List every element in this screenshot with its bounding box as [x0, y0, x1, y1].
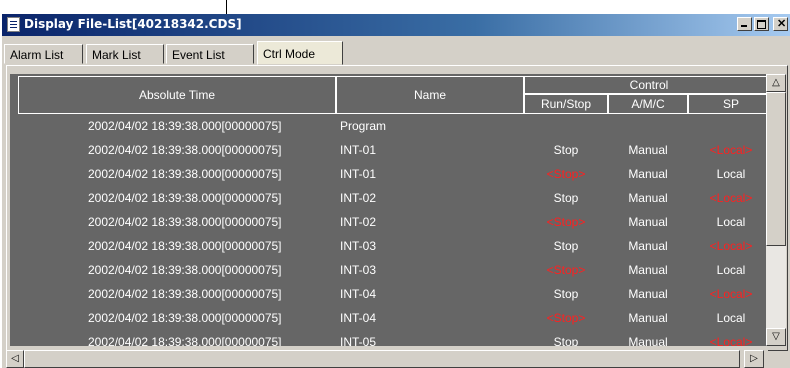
column-header-name[interactable]: Name	[336, 76, 524, 114]
cell-absolute-time: 2002/04/02 18:39:38.000[00000075]	[88, 119, 282, 133]
tab-alarm-list[interactable]: Alarm List	[4, 44, 83, 64]
cell-sp: <Local>	[709, 239, 753, 253]
table-row[interactable]: 2002/04/02 18:39:38.000[00000075] INT-04 <…	[10, 308, 766, 330]
scroll-up-button[interactable]: △	[766, 74, 786, 92]
close-icon: ✕	[777, 18, 787, 30]
cell-name: INT-04	[340, 287, 377, 301]
cell-absolute-time: 2002/04/02 18:39:38.000[00000075]	[88, 167, 282, 181]
table-row[interactable]: 2002/04/02 18:39:38.000[00000075] INT-03 <…	[10, 260, 766, 282]
cell-sp: <Local>	[709, 287, 753, 301]
cell-amc: Manual	[628, 215, 668, 229]
title-bar[interactable]: Display File-List[40218342.CDS] ✕	[2, 14, 790, 36]
tab-strip: Alarm List Mark List Event List Ctrl Mod…	[2, 41, 790, 65]
cell-absolute-time: 2002/04/02 18:39:38.000[00000075]	[88, 287, 282, 301]
tab-event-list[interactable]: Event List	[166, 44, 254, 64]
down-arrow-icon: ▽	[772, 331, 780, 342]
cell-sp: Local	[716, 215, 746, 229]
table-row[interactable]: 2002/04/02 18:39:38.000[00000075] INT-04 S…	[10, 284, 766, 306]
cell-name: INT-02	[340, 215, 377, 229]
cell-name: INT-03	[340, 263, 377, 277]
right-arrow-icon: ▷	[750, 353, 758, 364]
cell-run-stop: <Stop>	[546, 311, 586, 325]
cell-run-stop: Stop	[553, 335, 579, 346]
cell-name: INT-05	[340, 335, 377, 346]
cell-sp: Local	[716, 167, 746, 181]
table-row[interactable]: 2002/04/02 18:39:38.000[00000075] INT-05 S…	[10, 332, 766, 346]
cell-sp: <Local>	[709, 335, 753, 346]
cell-amc: Manual	[628, 287, 668, 301]
cell-run-stop: <Stop>	[546, 167, 586, 181]
tab-mark-list[interactable]: Mark List	[86, 44, 164, 64]
cell-amc: Manual	[628, 239, 668, 253]
cell-run-stop: Stop	[553, 191, 579, 205]
cell-absolute-time: 2002/04/02 18:39:38.000[00000075]	[88, 263, 282, 277]
document-list-icon	[7, 17, 20, 32]
cell-name: INT-02	[340, 191, 377, 205]
column-header-absolute-time[interactable]: Absolute Time	[18, 76, 336, 114]
horizontal-scrollbar[interactable]: ◁ ▷	[6, 350, 768, 368]
cell-absolute-time: 2002/04/02 18:39:38.000[00000075]	[88, 239, 282, 253]
cell-absolute-time: 2002/04/02 18:39:38.000[00000075]	[88, 143, 282, 157]
column-header-run-stop[interactable]: Run/Stop	[524, 94, 608, 114]
column-group-header-control: Control	[524, 76, 766, 94]
table-row[interactable]: 2002/04/02 18:39:38.000[00000075] INT-01 S…	[10, 140, 766, 162]
tab-ctrl-mode[interactable]: Ctrl Mode	[257, 41, 343, 65]
cell-sp: Local	[716, 263, 746, 277]
table-row[interactable]: 2002/04/02 18:39:38.000[00000075] INT-01 <…	[10, 164, 766, 186]
cell-absolute-time: 2002/04/02 18:39:38.000[00000075]	[88, 311, 282, 325]
table-row[interactable]: 2002/04/02 18:39:38.000[00000075] INT-03 S…	[10, 236, 766, 258]
cell-run-stop: Stop	[553, 143, 579, 157]
cell-amc: Manual	[628, 167, 668, 181]
cell-name: INT-01	[340, 143, 377, 157]
cell-absolute-time: 2002/04/02 18:39:38.000[00000075]	[88, 191, 282, 205]
table-row[interactable]: 2002/04/02 18:39:38.000[00000075] INT-02 S…	[10, 188, 766, 210]
cell-name: INT-03	[340, 239, 377, 253]
close-button[interactable]: ✕	[773, 17, 788, 31]
cell-run-stop: Stop	[553, 287, 579, 301]
table-row[interactable]: 2002/04/02 18:39:38.000[00000075] INT-02 <…	[10, 212, 766, 234]
cell-absolute-time: 2002/04/02 18:39:38.000[00000075]	[88, 215, 282, 229]
maximize-button[interactable]	[754, 17, 769, 31]
cell-run-stop: Stop	[553, 239, 579, 253]
column-header-amc[interactable]: A/M/C	[608, 94, 688, 114]
up-arrow-icon: △	[772, 77, 780, 88]
cell-absolute-time: 2002/04/02 18:39:38.000[00000075]	[88, 335, 282, 346]
cell-sp: <Local>	[709, 143, 753, 157]
cell-run-stop: <Stop>	[546, 215, 586, 229]
display-file-list-window: Display File-List[40218342.CDS] ✕ Alarm …	[2, 14, 790, 368]
scroll-down-button[interactable]: ▽	[766, 328, 786, 346]
vertical-scrollbar[interactable]: △ ▽	[766, 74, 786, 346]
cell-name: Program	[340, 119, 387, 133]
cell-sp: Local	[716, 311, 746, 325]
scroll-left-button[interactable]: ◁	[6, 350, 24, 368]
cell-sp: <Local>	[709, 191, 753, 205]
minimize-button[interactable]	[737, 17, 752, 31]
cell-name: INT-04	[340, 311, 377, 325]
cell-run-stop: <Stop>	[546, 263, 586, 277]
cell-amc: Manual	[628, 191, 668, 205]
left-arrow-icon: ◁	[11, 353, 19, 364]
vertical-scroll-thumb[interactable]	[766, 92, 786, 246]
cell-name: INT-01	[340, 167, 377, 181]
cell-amc: Manual	[628, 311, 668, 325]
scroll-right-button[interactable]: ▷	[744, 350, 764, 368]
window-title: Display File-List[40218342.CDS]	[24, 17, 242, 31]
horizontal-scroll-thumb[interactable]	[24, 350, 740, 368]
cell-amc: Manual	[628, 263, 668, 277]
cell-amc: Manual	[628, 143, 668, 157]
table-row[interactable]: 2002/04/02 18:39:38.000[00000075] Program	[10, 116, 766, 138]
cell-amc: Manual	[628, 335, 668, 346]
column-header-sp[interactable]: SP	[688, 94, 766, 114]
ctrl-mode-table: Absolute Time Name Control Run/Stop A/M/…	[10, 74, 766, 346]
